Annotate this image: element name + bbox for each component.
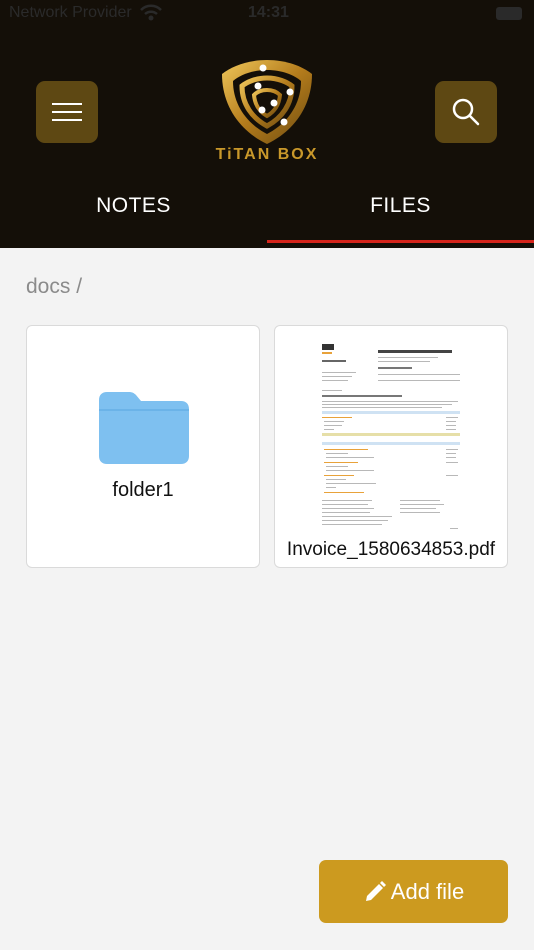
active-tab-indicator — [267, 240, 534, 243]
pencil-icon — [365, 880, 386, 901]
folder-name: folder1 — [112, 479, 174, 501]
file-name: Invoice_1580634853.pdf — [286, 539, 496, 560]
logo-text: TiTAN BOX — [215, 146, 319, 163]
carrier-label: Network Provider — [9, 4, 132, 21]
tab-notes-label: NOTES — [96, 194, 171, 217]
search-icon — [452, 98, 480, 126]
search-button[interactable] — [435, 81, 497, 143]
tab-files-label: FILES — [370, 194, 431, 217]
add-file-button[interactable]: Add file — [319, 860, 508, 923]
tab-notes[interactable]: NOTES — [0, 184, 267, 248]
status-bar: Network Provider 14:31 — [0, 0, 534, 28]
menu-button[interactable] — [36, 81, 98, 143]
pdf-thumbnail — [320, 338, 465, 533]
tab-bar: NOTES FILES — [0, 184, 534, 248]
tab-files[interactable]: FILES — [267, 184, 534, 248]
status-time: 14:31 — [248, 4, 289, 21]
breadcrumb[interactable]: docs / — [26, 275, 82, 299]
titan-box-logo: TiTAN BOX — [208, 56, 326, 164]
battery-icon — [496, 7, 522, 20]
hamburger-menu-icon — [52, 103, 82, 121]
file-card[interactable]: Invoice_1580634853.pdf — [274, 325, 508, 568]
app-header: Network Provider 14:31 TiTAN BOX NOTES F… — [0, 0, 534, 248]
folder-icon — [99, 392, 189, 464]
shield-logo-icon — [222, 60, 312, 144]
add-file-label: Add file — [390, 878, 465, 904]
folder-card[interactable]: folder1 — [26, 325, 260, 568]
wifi-icon — [140, 4, 162, 21]
